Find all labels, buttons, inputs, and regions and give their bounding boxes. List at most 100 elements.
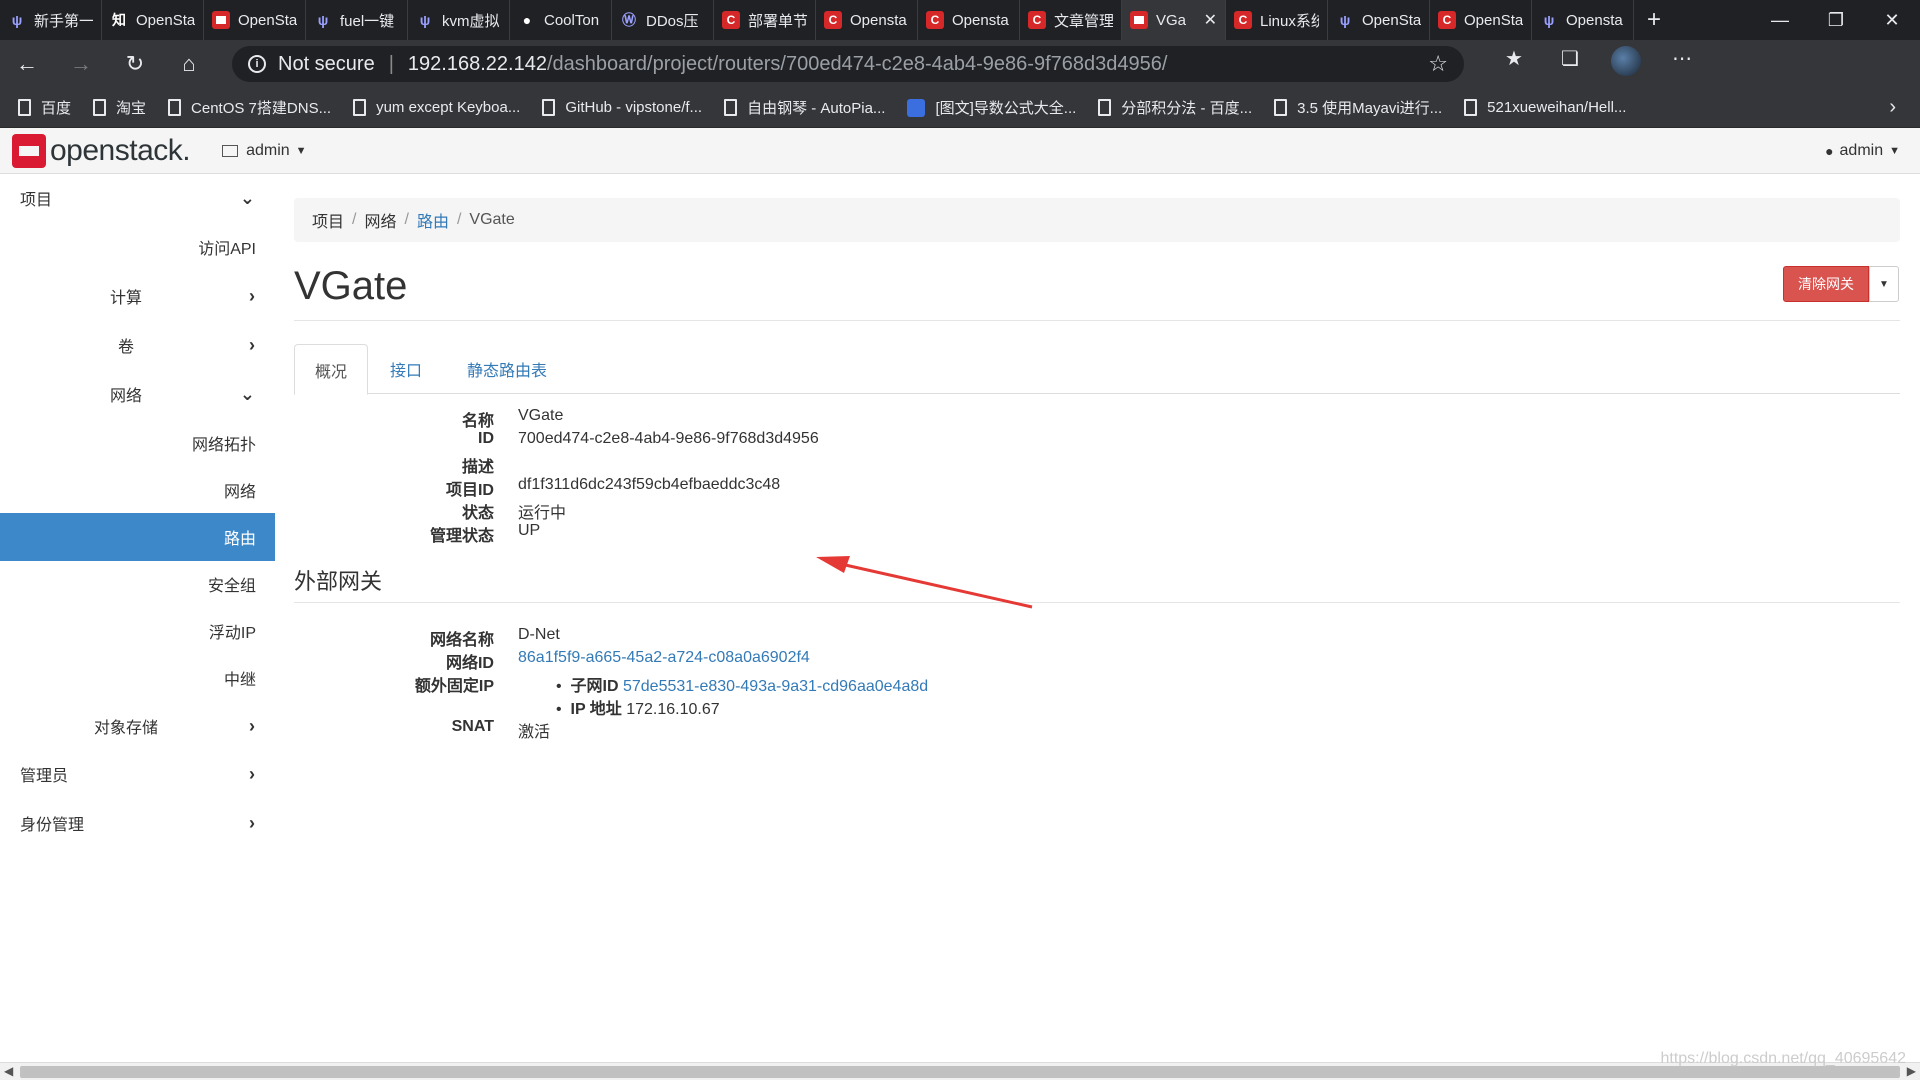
- horizontal-scrollbar[interactable]: ◀ ▶: [0, 1062, 1920, 1080]
- browser-tab[interactable]: ψ Opensta: [1532, 0, 1634, 40]
- browser-tab[interactable]: ψ fuel一键: [306, 0, 408, 40]
- bookmark-item[interactable]: 分部积分法 - 百度...: [1098, 97, 1252, 118]
- sidebar-item-routers[interactable]: 路由: [0, 513, 275, 561]
- profile-button[interactable]: [1598, 46, 1654, 82]
- browser-toolbar: ← → ↻ ⌂ i Not secure | 192.168.22.142 /d…: [0, 40, 1920, 88]
- bookmark-star-icon[interactable]: ☆: [1428, 51, 1448, 77]
- bookmark-item[interactable]: 百度: [18, 97, 71, 118]
- bookmark-item[interactable]: 自由钢琴 - AutoPia...: [724, 97, 885, 118]
- browser-tab[interactable]: OpenSta: [204, 0, 306, 40]
- scroll-left-icon[interactable]: ◀: [4, 1064, 13, 1078]
- tab-interfaces[interactable]: 接口: [370, 344, 442, 394]
- breadcrumb-routers-link[interactable]: 路由: [417, 208, 449, 232]
- browser-tab[interactable]: Ⓦ DDos压: [612, 0, 714, 40]
- tab-close-icon[interactable]: ✕: [1204, 10, 1217, 30]
- chevron-right-icon: ›: [249, 812, 255, 833]
- reload-icon[interactable]: ↻: [108, 51, 162, 77]
- favorites-icon[interactable]: ★: [1486, 46, 1542, 82]
- browser-tab[interactable]: C Opensta: [816, 0, 918, 40]
- bookmark-item[interactable]: GitHub - vipstone/f...: [542, 97, 702, 118]
- sidebar-item-object-store[interactable]: 对象存储 ›: [94, 702, 275, 750]
- sidebar-item-admin[interactable]: 管理员 ›: [20, 750, 275, 798]
- baidu-paw-icon: [907, 98, 926, 117]
- browser-tab-label: OpenSta: [136, 11, 195, 29]
- status-value: 运行中: [518, 505, 567, 522]
- name-label: 名称: [461, 413, 494, 430]
- forward-icon[interactable]: →: [54, 51, 108, 77]
- browser-tab[interactable]: VGa ✕: [1122, 0, 1226, 40]
- ip-address-value: 172.16.10.67: [626, 701, 720, 718]
- user-icon: ●: [1825, 142, 1834, 159]
- url-path: /dashboard/project/routers/700ed474-c2e8…: [546, 52, 1168, 75]
- browser-tab[interactable]: ● CoolTon: [510, 0, 612, 40]
- browser-tab[interactable]: C Linux系统: [1226, 0, 1328, 40]
- scroll-right-icon[interactable]: ▶: [1907, 1064, 1916, 1078]
- browser-tab[interactable]: ψ OpenSta: [1328, 0, 1430, 40]
- breadcrumb-separator: /: [404, 211, 409, 228]
- sidebar-item-volumes[interactable]: 卷 ›: [118, 321, 275, 369]
- bookmark-item[interactable]: 淘宝: [93, 97, 146, 118]
- name-value: VGate: [518, 407, 564, 424]
- collections-icon[interactable]: ❏: [1542, 46, 1598, 82]
- sidebar-item-networks[interactable]: 网络: [0, 466, 256, 514]
- browser-tab-label: 文章管理: [1054, 12, 1113, 30]
- minimize-icon[interactable]: —: [1752, 10, 1808, 31]
- browser-tab[interactable]: C OpenSta: [1430, 0, 1532, 40]
- sidebar-item-floating-ips[interactable]: 浮动IP: [0, 607, 256, 655]
- sidebar-item-relay[interactable]: 中继: [0, 654, 256, 702]
- sidebar-item-label: 身份管理: [20, 817, 85, 834]
- bookmark-item[interactable]: 3.5 使用Mayavi进行...: [1274, 97, 1442, 118]
- github-favicon-icon: ●: [522, 12, 532, 28]
- clear-gateway-button[interactable]: 清除网关: [1783, 266, 1869, 302]
- page-icon: [1464, 99, 1478, 116]
- sidebar-item-project[interactable]: 项目 ⌄: [20, 174, 275, 222]
- browser-tab[interactable]: C 部署单节: [714, 0, 816, 40]
- info-icon[interactable]: i: [248, 55, 266, 73]
- openstack-logo-text[interactable]: openstack.: [50, 134, 191, 168]
- browser-tab[interactable]: 知 OpenSta: [102, 0, 204, 40]
- caret-down-icon: ▼: [1879, 278, 1889, 290]
- description-label: 描述: [461, 459, 494, 476]
- user-menu[interactable]: ● admin ▼: [1825, 142, 1900, 160]
- sidebar-item-access-api[interactable]: 访问API: [0, 223, 256, 271]
- back-icon[interactable]: ←: [0, 51, 54, 77]
- sidebar-item-label: 网络: [110, 388, 143, 405]
- bookmark-item[interactable]: [图文]导数公式大全...: [907, 97, 1076, 118]
- browser-tab-label: fuel一键: [340, 12, 395, 30]
- tab-static-routes[interactable]: 静态路由表: [447, 344, 567, 394]
- more-menu-icon[interactable]: ⋯: [1654, 46, 1710, 82]
- sidebar-item-network[interactable]: 网络 ⌄: [110, 370, 275, 418]
- browser-tab[interactable]: ψ kvm虚拟: [408, 0, 510, 40]
- network-id-link[interactable]: 86a1f5f9-a665-45a2-a724-c08a0a6902f4: [518, 649, 810, 667]
- bookmark-item[interactable]: CentOS 7搭建DNS...: [168, 97, 331, 118]
- browser-tab[interactable]: ψ 新手第一: [0, 0, 102, 40]
- sidebar-item-security-groups[interactable]: 安全组: [0, 560, 256, 608]
- sidebar-item-compute[interactable]: 计算 ›: [110, 272, 275, 320]
- sidebar-item-network-topology[interactable]: 网络拓扑: [0, 419, 256, 467]
- openstack-logo-icon[interactable]: [12, 133, 46, 168]
- bookmark-label: [图文]导数公式大全...: [935, 100, 1077, 117]
- new-tab-button[interactable]: +: [1634, 6, 1674, 34]
- home-icon[interactable]: ⌂: [162, 51, 216, 77]
- sidebar-item-identity[interactable]: 身份管理 ›: [20, 799, 275, 847]
- bookmark-label: yum except Keyboa...: [376, 99, 521, 116]
- browser-tab-label: kvm虚拟: [442, 12, 500, 30]
- bookmark-label: 淘宝: [116, 100, 147, 117]
- page-icon: [353, 99, 367, 116]
- actions-dropdown-toggle[interactable]: ▼: [1869, 266, 1899, 302]
- close-window-icon[interactable]: ✕: [1864, 10, 1920, 31]
- security-status: Not secure: [278, 52, 375, 75]
- tab-overview[interactable]: 概况: [294, 344, 369, 395]
- chevron-right-icon[interactable]: ›: [1889, 96, 1896, 119]
- project-switcher[interactable]: admin ▼: [222, 142, 307, 160]
- address-bar[interactable]: i Not secure | 192.168.22.142 /dashboard…: [232, 46, 1464, 82]
- restore-icon[interactable]: ❐: [1808, 10, 1864, 31]
- bookmark-item[interactable]: 521xueweihan/Hell...: [1464, 97, 1626, 118]
- browser-tab[interactable]: C Opensta: [918, 0, 1020, 40]
- scrollbar-thumb[interactable]: [20, 1066, 1900, 1078]
- csdn-favicon-icon: C: [1438, 11, 1456, 29]
- browser-tab[interactable]: C 文章管理: [1020, 0, 1122, 40]
- sidebar-item-label: 计算: [110, 290, 143, 307]
- subnet-id-link[interactable]: 57de5531-e830-493a-9a31-cd96aa0e4a8d: [623, 678, 928, 695]
- bookmark-item[interactable]: yum except Keyboa...: [353, 97, 520, 118]
